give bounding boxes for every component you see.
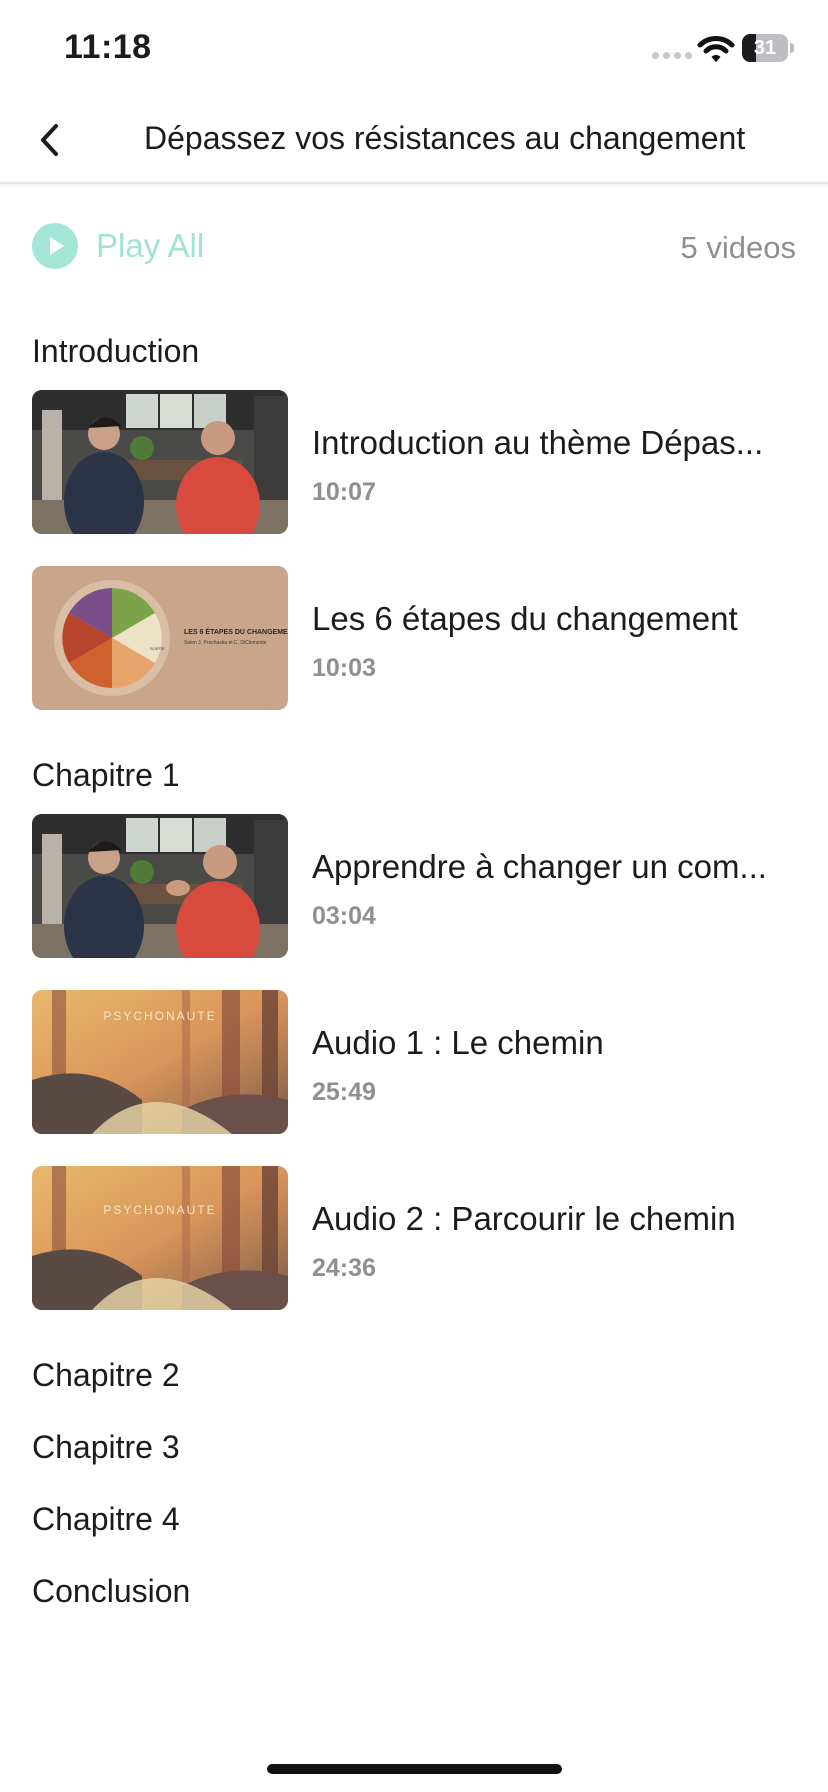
- battery-icon: 31: [742, 34, 794, 62]
- chevron-left-icon: [41, 124, 58, 156]
- page-title: Dépassez vos résistances au changement: [144, 120, 746, 156]
- video-count: 5 videos: [680, 230, 796, 265]
- play-all-button[interactable]: Play All: [32, 223, 204, 269]
- video-item[interactable]: Introduction au thème Dépas... 10:07: [32, 390, 796, 534]
- play-all-label: Play All: [96, 227, 205, 264]
- video-item[interactable]: Apprendre à changer un com... 03:04: [32, 814, 796, 958]
- battery-level-text: 31: [753, 37, 777, 59]
- video-duration: 03:04: [312, 902, 376, 930]
- thumbnail-label: SORTIE: [150, 646, 165, 651]
- section-title-conclusion[interactable]: Conclusion: [32, 1573, 190, 1610]
- section-title-introduction[interactable]: Introduction: [32, 333, 199, 370]
- section-title-chapitre-3[interactable]: Chapitre 3: [32, 1429, 180, 1466]
- video-thumbnail: [32, 814, 288, 958]
- video-thumbnail: PSYCHONAUTE: [32, 990, 288, 1134]
- wifi-icon: [697, 36, 735, 62]
- video-duration: 24:36: [312, 1254, 376, 1282]
- thumbnail-logo-text: PSYCHONAUTE: [103, 1203, 216, 1217]
- status-time: 11:18: [64, 28, 152, 66]
- nav-header: Dépassez vos résistances au changement: [0, 100, 828, 184]
- video-title: Apprendre à changer un com...: [312, 848, 767, 885]
- section-title-chapitre-2[interactable]: Chapitre 2: [32, 1357, 180, 1394]
- video-duration: 10:03: [312, 654, 376, 682]
- section-title-chapitre-1[interactable]: Chapitre 1: [32, 757, 180, 794]
- video-title: Les 6 étapes du changement: [312, 600, 738, 637]
- video-title: Introduction au thème Dépas...: [312, 424, 764, 461]
- video-thumbnail: [32, 390, 288, 534]
- playlist-screen: 11:18 31 Dépassez vos résistances au cha…: [0, 0, 828, 1792]
- play-circle-icon: [32, 223, 78, 269]
- thumbnail-logo-text: PSYCHONAUTE: [103, 1009, 216, 1023]
- video-title: Audio 1 : Le chemin: [312, 1024, 604, 1061]
- video-item[interactable]: PSYCHONAUTE Audio 2 : Parcourir le chemi…: [32, 1166, 796, 1310]
- cellular-signal-icon: [652, 52, 692, 59]
- video-thumbnail: PSYCHONAUTE: [32, 1166, 288, 1310]
- thumbnail-subheading: Selon J. Prochaska et C. DiClemente: [184, 640, 267, 646]
- section-title-chapitre-4[interactable]: Chapitre 4: [32, 1501, 180, 1538]
- video-item[interactable]: PSYCHONAUTE Audio 1 : Le chemin 25:49: [32, 990, 796, 1134]
- video-item[interactable]: LES 6 ÉTAPES DU CHANGEMENT Selon J. Proc…: [32, 566, 796, 710]
- thumbnail-heading: LES 6 ÉTAPES DU CHANGEMENT: [184, 627, 288, 636]
- home-indicator: [267, 1764, 562, 1774]
- video-thumbnail: LES 6 ÉTAPES DU CHANGEMENT Selon J. Proc…: [32, 566, 288, 710]
- video-duration: 25:49: [312, 1078, 376, 1106]
- video-title: Audio 2 : Parcourir le chemin: [312, 1200, 736, 1237]
- back-button[interactable]: [28, 118, 72, 162]
- status-bar: 11:18 31: [0, 0, 828, 100]
- video-duration: 10:07: [312, 478, 376, 506]
